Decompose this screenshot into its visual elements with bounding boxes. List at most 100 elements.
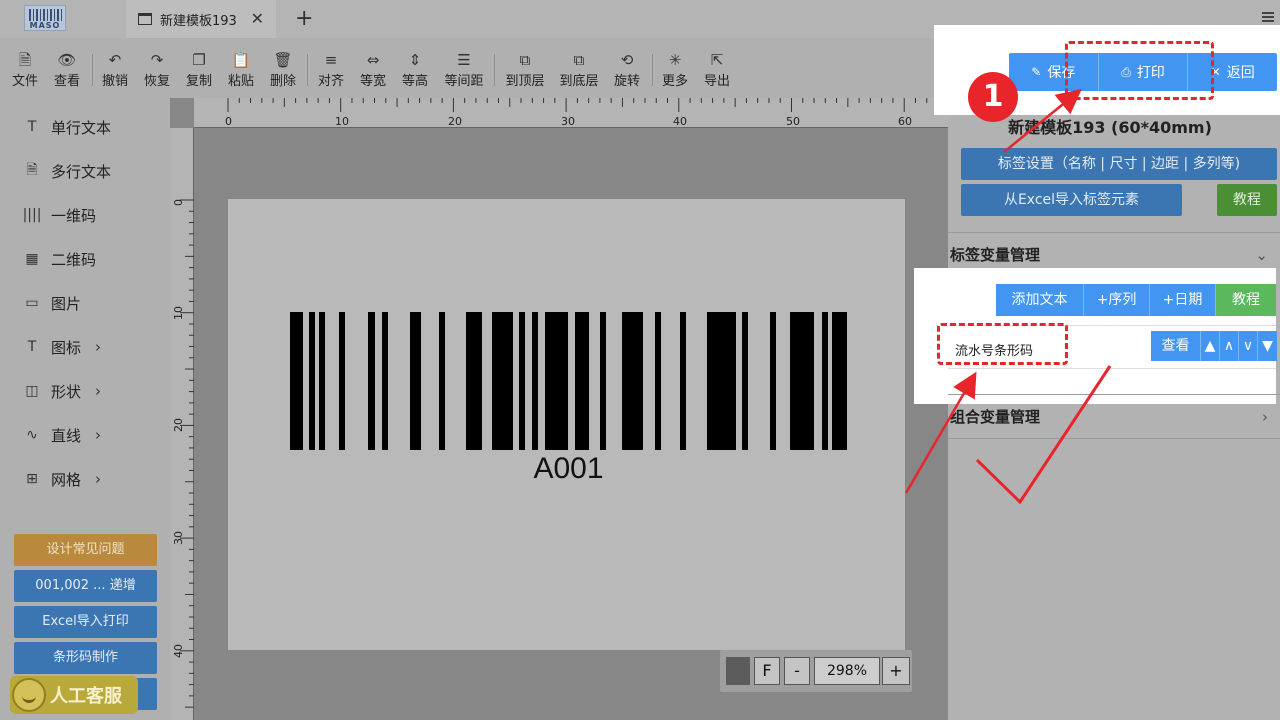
group-variable-section-header[interactable]: 组合变量管理 › <box>948 394 1280 438</box>
chevron-right-icon: › <box>95 338 102 356</box>
toolbar-label: 更多 <box>661 74 688 89</box>
toolbar-send-back-button[interactable]: ⧉ 到底层 <box>558 50 600 89</box>
sidebar-item-label: 单行文本 <box>51 118 112 137</box>
move-down-icon[interactable]: ∨ <box>1239 331 1258 361</box>
move-bottom-icon[interactable]: ▼ <box>1258 331 1277 361</box>
toolbar-bring-front-button[interactable]: ⧉ 到顶层 <box>504 50 546 89</box>
toolbar-copy-button[interactable]: ❐ 复制 <box>184 50 214 89</box>
toolbar-export-button[interactable]: ⇱ 导出 <box>702 50 732 89</box>
variable-tutorial-button[interactable]: 教程 <box>1216 284 1276 316</box>
toolbar-divider <box>652 54 653 86</box>
move-top-icon[interactable]: ▲ <box>1201 331 1220 361</box>
toolbar-undo-button[interactable]: ↶ 撤销 <box>100 50 130 89</box>
copy-icon: ❐ <box>192 51 206 69</box>
sidebar-item-image[interactable]: ▭ 图片 <box>22 289 81 317</box>
toolbar-equal-spacing-button[interactable]: ☰ 等间距 <box>442 50 486 89</box>
sidebar-item-shape[interactable]: ◫ 形状 › <box>22 377 101 405</box>
ruler-left: 0 10 20 30 40 <box>170 128 194 720</box>
sidebar-item-label: 图标 <box>51 338 82 357</box>
align-icon: ≡ <box>324 51 338 69</box>
menu-icon[interactable] <box>1262 12 1274 22</box>
toolbar-rotate-button[interactable]: ⟲ 旋转 <box>612 50 642 89</box>
barcode-bar <box>575 312 589 450</box>
sidebar-item-symbol[interactable]: T 图标 › <box>22 333 101 361</box>
toolbar-redo-button[interactable]: ↷ 恢复 <box>142 50 172 89</box>
sidebar-item-line[interactable]: ∿ 直线 › <box>22 421 101 449</box>
barcode-bar <box>290 312 303 450</box>
increment-button[interactable]: 001,002 ... 递增 <box>14 570 157 602</box>
customer-service-button[interactable]: 人工客服 <box>10 676 138 714</box>
toolbar-label: 查看 <box>53 74 80 89</box>
barcode-bar <box>832 312 847 450</box>
section-divider <box>948 438 1280 439</box>
toolbar-align-button[interactable]: ≡ 对齐 <box>316 50 346 89</box>
toolbar-paste-button[interactable]: 📋 粘贴 <box>226 50 256 89</box>
toolbar-equal-width-button[interactable]: ⇔ 等宽 <box>358 50 388 89</box>
toolbar-label: 导出 <box>703 74 730 89</box>
toolbar-label: 撤销 <box>101 74 128 89</box>
barcode-bar <box>309 312 315 450</box>
zoom-out-button[interactable]: - <box>784 657 810 685</box>
sidebar-item-grid[interactable]: ⊞ 网格 › <box>22 465 101 493</box>
toolbar-file-button[interactable]: 🗎 文件 <box>10 50 40 89</box>
file-icon: 🗎 <box>18 51 32 69</box>
barcode-bar <box>622 312 643 450</box>
barcode-bar <box>519 312 525 450</box>
sidebar-item-single-text[interactable]: T 单行文本 <box>22 113 111 141</box>
zoom-fit-button[interactable]: F <box>754 657 780 685</box>
undo-icon: ↶ <box>108 51 122 69</box>
add-serial-button[interactable]: +序列 <box>1084 284 1150 316</box>
variable-controls: 查看 ▲ ∧ ∨ ▼ <box>1151 331 1277 361</box>
sidebar-item-multi-text[interactable]: 🗎 多行文本 <box>22 157 111 185</box>
zoom-control: F - 298% + <box>720 650 912 692</box>
barcode-bar <box>790 312 814 450</box>
tab-template[interactable]: 新建模板193 ✕ <box>126 0 276 38</box>
toolbar-label: 对齐 <box>317 74 344 89</box>
ruler-top-label: 50 <box>786 115 800 128</box>
qrcode-icon: ▦ <box>25 251 39 267</box>
add-date-button[interactable]: +日期 <box>1150 284 1216 316</box>
redo-icon: ↷ <box>150 51 164 69</box>
barcode-bar <box>319 312 325 450</box>
toolbar-equal-height-button[interactable]: ⇕ 等高 <box>400 50 430 89</box>
import-excel-button[interactable]: 从Excel导入标签元素 <box>961 184 1182 216</box>
zoom-value-input[interactable]: 298% <box>814 657 880 685</box>
back-label: 返回 <box>1226 65 1255 81</box>
sidebar-item-barcode[interactable]: |||| 一维码 <box>22 201 96 229</box>
label-settings-button[interactable]: 标签设置（名称 | 尺寸 | 边距 | 多列等) <box>961 148 1277 180</box>
shape-icon: ◫ <box>25 383 39 399</box>
barcode-element[interactable] <box>290 312 847 450</box>
chevron-right-icon: › <box>95 382 102 400</box>
barcode-bars <box>290 312 847 450</box>
send-back-icon: ⧉ <box>573 51 585 69</box>
sidebar-item-qrcode[interactable]: ▦ 二维码 <box>22 245 96 273</box>
move-up-icon[interactable]: ∧ <box>1220 331 1239 361</box>
logo-barcode-icon <box>29 9 63 21</box>
design-faq-button[interactable]: 设计常见问题 <box>14 534 157 566</box>
color-swatch[interactable] <box>726 657 750 685</box>
barcode-maker-button[interactable]: 条形码制作 <box>14 642 157 674</box>
variable-highlight-dashed-box <box>937 323 1068 365</box>
tutorial-button[interactable]: 教程 <box>1217 184 1277 216</box>
tab-close-icon[interactable]: ✕ <box>251 9 264 28</box>
add-text-button[interactable]: 添加文本 <box>996 284 1084 316</box>
zoom-in-button[interactable]: + <box>882 657 910 685</box>
ruler-left-label: 20 <box>172 418 185 432</box>
chevron-right-icon: › <box>95 426 102 444</box>
symbol-icon: T <box>27 339 37 355</box>
view-variable-button[interactable]: 查看 <box>1151 331 1201 361</box>
barcode-bar <box>822 312 828 450</box>
ruler-top-label: 60 <box>898 115 912 128</box>
excel-import-print-button[interactable]: Excel导入打印 <box>14 606 157 638</box>
toolbar-delete-button[interactable]: 🗑 删除 <box>268 50 298 89</box>
ruler-top-label: 0 <box>225 115 232 128</box>
app-logo[interactable]: MASO <box>24 5 66 31</box>
barcode-bar <box>532 312 538 450</box>
toolbar-more-button[interactable]: ✳ 更多 <box>660 50 690 89</box>
new-tab-button[interactable]: + <box>295 6 313 31</box>
customer-service-label: 人工客服 <box>50 686 122 707</box>
toolbar-view-button[interactable]: 👁 查看 <box>52 50 82 89</box>
variable-button-group: 添加文本 +序列 +日期 教程 <box>996 284 1276 316</box>
toolbar-divider <box>92 54 93 86</box>
barcode-text[interactable]: A001 <box>290 452 847 486</box>
